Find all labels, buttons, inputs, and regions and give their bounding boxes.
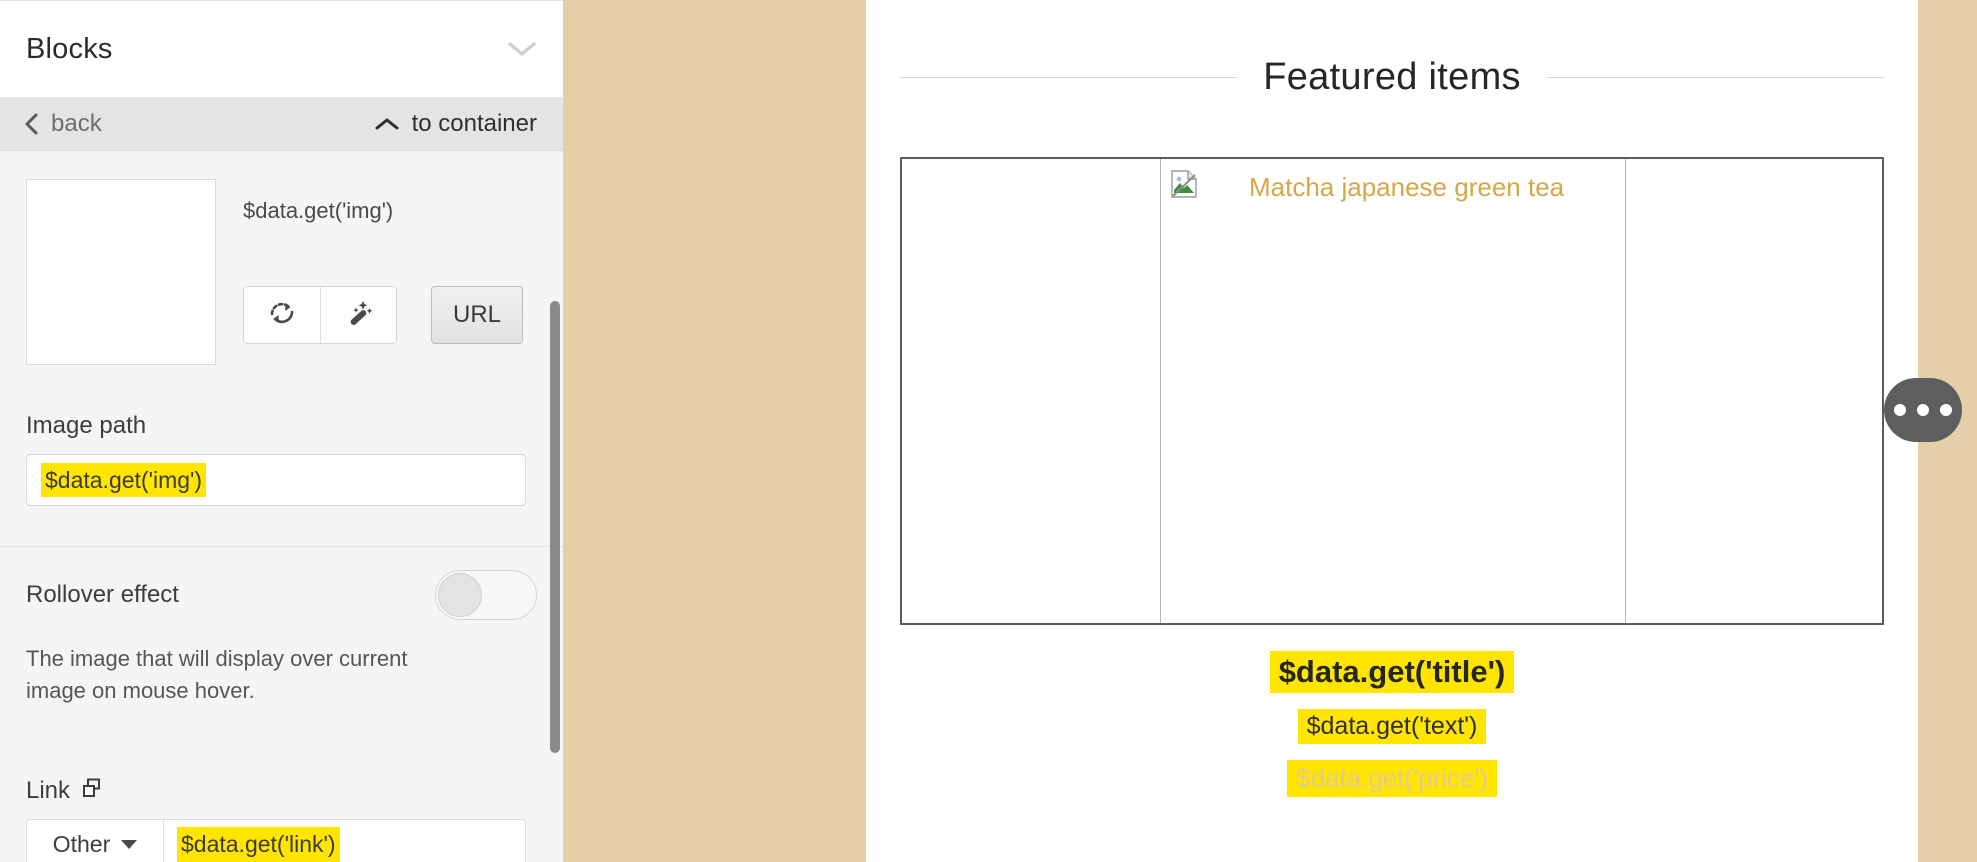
sidebar-title: Blocks [26, 32, 113, 65]
caret-down-icon [121, 840, 138, 850]
to-container-label: to container [411, 109, 537, 137]
image-path-value: $data.get('img') [41, 462, 207, 498]
image-action-group [243, 286, 397, 344]
broken-image-icon [1171, 170, 1197, 203]
chevron-left-icon [24, 112, 40, 136]
url-button[interactable]: URL [431, 286, 523, 344]
product-title-row: $data.get('title') [866, 651, 1918, 693]
sidebar-header: Blocks [0, 1, 563, 97]
ellipsis-dot [1917, 404, 1929, 416]
link-label: Link [26, 776, 71, 804]
magic-wand-button[interactable] [320, 287, 396, 343]
canvas-backdrop-left [563, 0, 866, 862]
product-column-middle: Matcha japanese green tea [1160, 159, 1626, 623]
link-section: Link Other $data.get('link') [0, 777, 563, 862]
image-action-buttons: URL [243, 286, 525, 344]
heading-rule-right [1546, 77, 1885, 78]
product-price[interactable]: $data.get('price') [1286, 760, 1498, 797]
product-block[interactable]: Matcha japanese green tea [900, 157, 1884, 625]
product-image-alt: Matcha japanese green tea [1249, 172, 1565, 202]
back-button[interactable]: back [24, 110, 102, 138]
chevron-up-icon [374, 116, 400, 132]
back-label: back [51, 109, 102, 137]
product-column-right [1626, 159, 1882, 623]
product-caption: $data.get('title') $data.get('text') $da… [866, 651, 1918, 797]
sidebar-nav-bar: back to container [0, 97, 563, 151]
product-text-row: $data.get('text') [866, 709, 1918, 744]
chevron-down-icon[interactable] [507, 40, 537, 58]
image-path-label: Image path [26, 412, 147, 439]
rollover-help-text: The image that will display over current… [26, 646, 408, 703]
page-canvas: Featured items Matcha japanese green tea… [866, 0, 1918, 862]
link-input-group: Other $data.get('link') [26, 818, 526, 862]
rollover-label: Rollover effect [26, 581, 179, 608]
page-title: Featured items [1263, 56, 1521, 98]
featured-heading: Featured items [900, 56, 1885, 99]
blocks-sidebar: Blocks back to container $data.get('img'… [0, 0, 563, 862]
product-column-left [902, 159, 1160, 623]
duplicate-icon[interactable] [81, 777, 103, 804]
sidebar-body: $data.get('img') URL Image path $data.ge… [0, 151, 563, 862]
sidebar-scrollbar[interactable] [550, 301, 560, 753]
rollover-toggle[interactable] [435, 570, 537, 620]
product-title[interactable]: $data.get('title') [1269, 651, 1515, 693]
toggle-knob [438, 573, 482, 617]
image-path-input[interactable]: $data.get('img') [26, 454, 526, 506]
to-container-button[interactable]: to container [374, 110, 537, 138]
link-value-text: $data.get('link') [177, 827, 340, 862]
product-price-row: $data.get('price') [866, 760, 1918, 797]
image-source-value: $data.get('img') [243, 198, 394, 223]
refresh-icon [267, 298, 297, 333]
app-root: Blocks back to container $data.get('img'… [0, 0, 1977, 862]
link-header: Link [26, 777, 563, 805]
rollover-row: Rollover effect [0, 547, 563, 643]
refresh-button[interactable] [244, 287, 320, 343]
link-type-select[interactable]: Other [27, 819, 164, 862]
product-text[interactable]: $data.get('text') [1297, 709, 1487, 744]
image-preview-side: $data.get('img') URL [243, 179, 525, 365]
overflow-menu-button[interactable] [1884, 378, 1962, 442]
ellipsis-dot [1940, 404, 1952, 416]
image-preview-box[interactable] [26, 179, 216, 365]
link-type-value: Other [52, 831, 111, 858]
product-image[interactable]: Matcha japanese green tea [1161, 159, 1625, 203]
heading-rule-left [900, 77, 1238, 78]
ellipsis-dot [1894, 404, 1906, 416]
image-preview-row: $data.get('img') URL [0, 151, 563, 365]
link-value-input[interactable]: $data.get('link') [164, 820, 525, 862]
magic-wand-icon [344, 298, 374, 333]
